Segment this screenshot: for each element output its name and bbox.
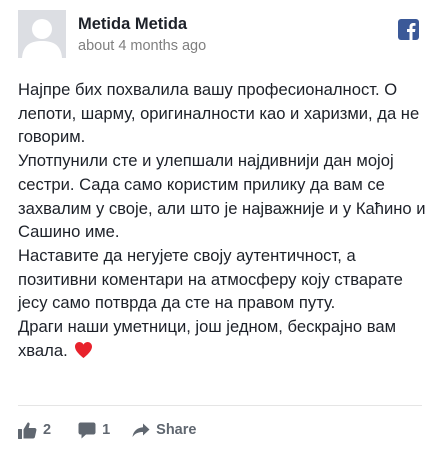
comment-icon [78,422,96,439]
share-arrow-icon [132,423,150,438]
divider [18,405,422,406]
heart-emoji [74,341,93,366]
review-card: Metida Metida about 4 months ago Најпре … [0,0,438,457]
post-paragraph: Наставите да негујете своју аутентичност… [18,245,403,313]
like-count: 2 [43,422,52,438]
thumbs-up-icon [18,421,37,439]
facebook-icon[interactable] [398,19,419,40]
comment-count: 1 [102,422,111,438]
share-button[interactable]: Share [132,422,196,438]
like-button[interactable]: 2 [18,421,52,439]
post-text: Најпре бих похвалила вашу професионалнос… [18,78,426,365]
author-name[interactable]: Metida Metida [78,15,187,34]
post-paragraph-last: Драги наши уметници, још једном, бескрај… [18,315,426,365]
default-avatar-icon [18,10,66,58]
share-label: Share [156,422,197,438]
post-actions: 2 1 Share [18,419,196,441]
post-timestamp[interactable]: about 4 months ago [78,38,206,54]
avatar[interactable] [18,10,66,58]
comment-button[interactable]: 1 [78,422,110,439]
post-paragraph: Употпунили сте и улепшали најдивнији дан… [18,151,426,242]
post-paragraph: Најпре бих похвалила вашу професионалнос… [18,80,420,147]
